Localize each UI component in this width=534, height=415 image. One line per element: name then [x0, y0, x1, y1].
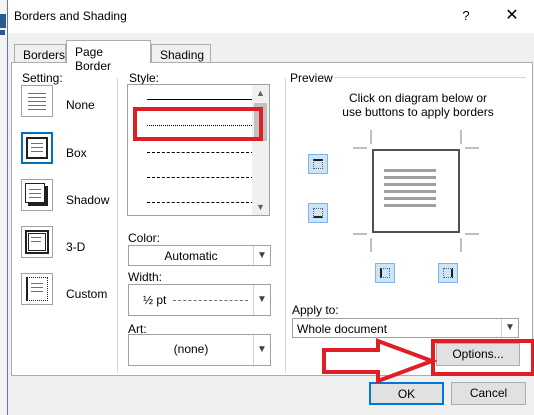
tab-borders-label: Borders — [23, 48, 66, 62]
width-dropdown[interactable]: ½ pt ▼ — [128, 284, 271, 316]
close-button[interactable]: ✕ — [500, 5, 524, 27]
apply-to-label: Apply to: — [292, 303, 339, 317]
annotation-highlight-style — [133, 107, 263, 141]
preview-label: Preview — [290, 71, 333, 85]
preview-instruction-line: Click on diagram below or — [348, 91, 488, 105]
width-label: Width: — [128, 270, 163, 284]
preview-group-border — [326, 77, 526, 78]
setting-none-icon[interactable] — [21, 85, 53, 117]
help-button[interactable]: ? — [455, 6, 477, 26]
chevron-down-icon[interactable]: ▼ — [253, 335, 270, 365]
style-option-solid[interactable] — [147, 99, 254, 100]
annotation-arrow-icon — [322, 338, 438, 384]
color-dropdown[interactable]: Automatic ▼ — [128, 245, 271, 266]
annotation-highlight-options — [431, 339, 534, 376]
setting-shadow-label[interactable]: Shadow — [66, 193, 109, 207]
style-option-dash-dot[interactable] — [147, 202, 254, 203]
scroll-down-icon[interactable]: ▼ — [252, 200, 269, 215]
preview-instructions: Click on diagram below or use buttons to… — [308, 91, 528, 119]
setting-shadow-icon[interactable] — [21, 179, 53, 211]
setting-custom-label[interactable]: Custom — [66, 287, 107, 301]
color-value: Automatic — [164, 249, 218, 263]
tab-page-border-label: Page Border — [75, 45, 112, 73]
art-dropdown[interactable]: (none) ▼ — [128, 334, 271, 366]
style-option-dashed[interactable] — [147, 177, 254, 178]
chevron-down-icon[interactable]: ▼ — [501, 319, 518, 337]
setting-3d-label[interactable]: 3-D — [66, 240, 85, 254]
color-label: Color: — [128, 231, 161, 245]
tab-borders[interactable]: Borders — [14, 44, 66, 62]
apply-to-dropdown[interactable]: Whole document ▼ — [292, 318, 519, 338]
setting-custom-icon[interactable] — [21, 273, 53, 305]
setting-3d-icon[interactable] — [21, 226, 53, 258]
setting-box-label[interactable]: Box — [66, 146, 87, 160]
background-ribbon-icon — [0, 14, 6, 28]
bottom-border-button[interactable] — [308, 203, 328, 223]
chevron-down-icon[interactable]: ▼ — [253, 246, 270, 265]
cancel-button[interactable]: Cancel — [451, 382, 526, 405]
dialog-title: Borders and Shading — [14, 9, 127, 23]
right-border-button[interactable] — [438, 263, 458, 283]
setting-label: Setting: — [22, 71, 63, 85]
preview-instruction-line: use buttons to apply borders — [342, 105, 494, 119]
left-border-button[interactable] — [375, 263, 395, 283]
style-list[interactable] — [127, 84, 270, 216]
style-option-dashed-small[interactable] — [147, 152, 254, 153]
top-border-button[interactable] — [308, 154, 328, 174]
tab-shading[interactable]: Shading — [151, 44, 211, 62]
preview-corner-marks — [353, 130, 479, 252]
setting-box-icon[interactable] — [21, 132, 53, 164]
art-value: (none) — [173, 342, 209, 356]
width-line-sample — [173, 300, 248, 301]
tab-shading-label: Shading — [160, 48, 205, 62]
ok-button[interactable]: OK — [369, 382, 444, 405]
chevron-down-icon[interactable]: ▼ — [253, 285, 270, 315]
background-ribbon-icon — [0, 30, 5, 35]
setting-none-label[interactable]: None — [66, 98, 95, 112]
borders-and-shading-dialog: Borders and Shading ? ✕ Borders Page Bor… — [7, 0, 534, 415]
apply-to-value: Whole document — [297, 322, 388, 336]
style-label: Style: — [129, 71, 160, 85]
width-value: ½ pt — [143, 293, 167, 307]
tab-page-border[interactable]: Page Border — [66, 40, 151, 73]
scroll-up-icon[interactable]: ▲ — [252, 85, 269, 101]
